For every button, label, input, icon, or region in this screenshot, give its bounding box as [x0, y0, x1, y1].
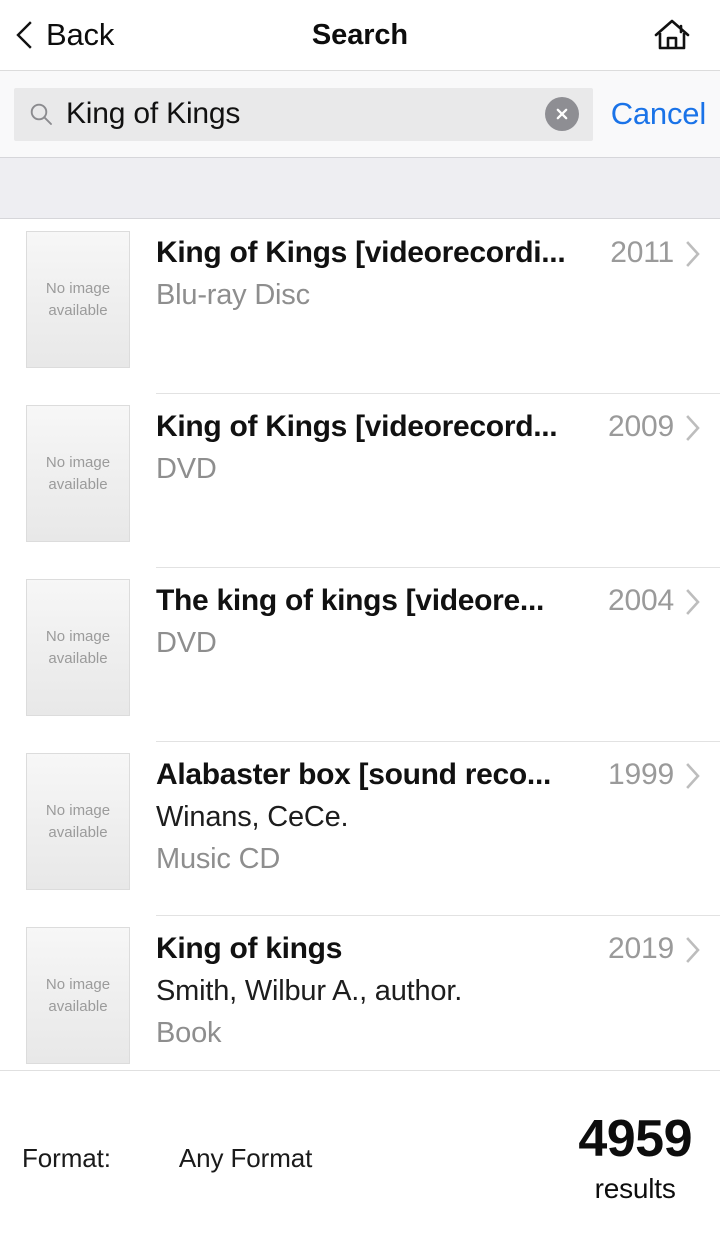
- result-year: 2011: [610, 236, 674, 269]
- result-year: 2004: [608, 584, 674, 617]
- result-row[interactable]: No image available King of Kings [videor…: [0, 219, 720, 393]
- search-input-value: King of Kings: [66, 97, 241, 130]
- thumbnail-placeholder: No image available: [26, 405, 130, 542]
- result-body: King of Kings [videorecord... 2009 DVD: [156, 393, 720, 567]
- thumb-placeholder-line2: available: [48, 476, 108, 493]
- thumbnail-placeholder: No image available: [26, 927, 130, 1064]
- result-row[interactable]: No image available King of Kings [videor…: [0, 393, 720, 567]
- home-button[interactable]: [650, 15, 694, 55]
- result-title: Alabaster box [sound reco...: [156, 758, 552, 791]
- thumb-placeholder-line1: No image: [45, 280, 111, 297]
- cancel-search-button[interactable]: Cancel: [593, 96, 720, 132]
- thumb-placeholder-line2: available: [48, 998, 108, 1015]
- chevron-left-icon: [16, 21, 32, 49]
- format-selector[interactable]: Any Format: [179, 1143, 312, 1174]
- close-icon: [556, 108, 568, 120]
- result-title: The king of kings [videore...: [156, 584, 545, 617]
- thumb-placeholder-line1: No image: [45, 454, 111, 471]
- chevron-right-icon: [686, 937, 700, 963]
- chevron-right-icon: [686, 589, 700, 615]
- chevron-right-icon: [686, 763, 700, 789]
- disclosure-chevron[interactable]: [674, 758, 712, 791]
- thumb-placeholder-line2: available: [48, 824, 108, 841]
- result-body: The king of kings [videore... 2004 DVD: [156, 567, 720, 741]
- result-row[interactable]: No image available The king of kings [vi…: [0, 567, 720, 741]
- result-title: King of kings: [156, 932, 343, 965]
- result-author: Winans, CeCe.: [156, 800, 349, 833]
- disclosure-chevron[interactable]: [674, 236, 712, 269]
- back-button[interactable]: Back: [14, 17, 114, 53]
- result-title: King of Kings [videorecord...: [156, 410, 558, 443]
- result-format: Blu-ray Disc: [156, 278, 310, 311]
- result-header: King of Kings [videorecord... 2009: [156, 410, 712, 444]
- results-count: 4959 results: [578, 1113, 692, 1203]
- footer-bar: Format: Any Format 4959 results: [0, 1070, 720, 1245]
- result-author: Smith, Wilbur A., author.: [156, 974, 463, 1007]
- clear-search-button[interactable]: [544, 97, 579, 131]
- result-header: King of Kings [videorecordi... 2011: [156, 236, 712, 270]
- search-input[interactable]: King of Kings: [14, 87, 593, 141]
- result-row[interactable]: No image available King of kings 2019 Sm…: [0, 915, 720, 1089]
- results-count-number: 4959: [578, 1110, 692, 1168]
- search-bar: King of Kings Cancel: [0, 71, 720, 157]
- home-icon: [654, 19, 690, 50]
- thumbnail-placeholder: No image available: [26, 579, 130, 716]
- thumb-placeholder-line2: available: [48, 650, 108, 667]
- results-list: No image available King of Kings [videor…: [0, 219, 720, 1089]
- result-header: Alabaster box [sound reco... 1999: [156, 758, 712, 792]
- disclosure-chevron[interactable]: [674, 410, 712, 443]
- format-label: Format:: [22, 1142, 111, 1173]
- thumbnail-placeholder: No image available: [26, 231, 130, 368]
- filter-band[interactable]: [0, 157, 720, 219]
- result-row[interactable]: No image available Alabaster box [sound …: [0, 741, 720, 915]
- result-header: The king of kings [videore... 2004: [156, 584, 712, 618]
- result-header: King of kings 2019: [156, 932, 712, 966]
- thumb-placeholder-line2: available: [48, 302, 108, 319]
- app-header: Back Search: [0, 0, 720, 71]
- disclosure-chevron[interactable]: [674, 932, 712, 965]
- chevron-right-icon: [686, 241, 700, 267]
- search-icon: [30, 103, 52, 125]
- thumb-placeholder-line1: No image: [45, 628, 111, 645]
- chevron-right-icon: [686, 415, 700, 441]
- result-body: King of kings 2019 Smith, Wilbur A., aut…: [156, 915, 720, 1089]
- thumb-placeholder-line1: No image: [45, 802, 111, 819]
- result-year: 1999: [608, 758, 674, 791]
- thumb-placeholder-line1: No image: [45, 976, 111, 993]
- result-year: 2019: [608, 932, 674, 965]
- result-format: Music CD: [156, 842, 281, 875]
- search-results-screen: Back Search King of Kings Cancel No imag…: [0, 0, 720, 1245]
- disclosure-chevron[interactable]: [674, 584, 712, 617]
- result-body: King of Kings [videorecordi... 2011 Blu-…: [156, 219, 720, 393]
- result-format: DVD: [156, 626, 217, 659]
- result-title: King of Kings [videorecordi...: [156, 236, 566, 269]
- result-format: DVD: [156, 452, 217, 485]
- result-year: 2009: [608, 410, 674, 443]
- result-format: Book: [156, 1016, 222, 1049]
- thumbnail-placeholder: No image available: [26, 753, 130, 890]
- back-label: Back: [46, 17, 115, 52]
- result-body: Alabaster box [sound reco... 1999 Winans…: [156, 741, 720, 915]
- results-count-label: results: [594, 1173, 676, 1204]
